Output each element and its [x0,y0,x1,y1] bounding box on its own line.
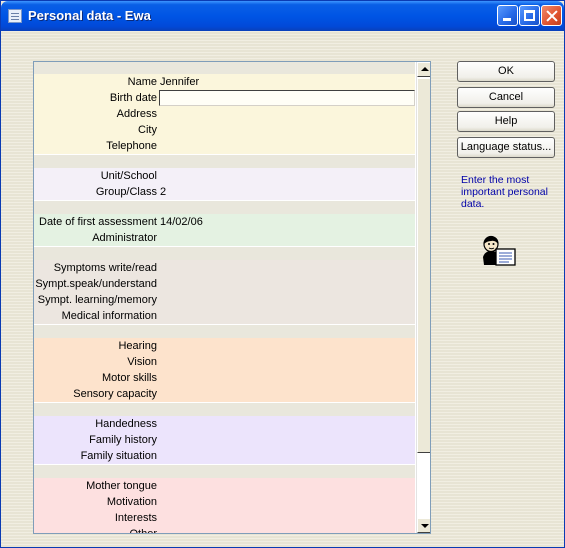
field-input[interactable] [159,292,415,308]
person-reading-icon [483,235,516,266]
form-row: Interests [34,510,415,526]
field-label: Administrator [34,230,158,246]
form-row: Hearing [34,338,415,354]
title-bar[interactable]: Personal data - Ewa [1,1,564,31]
group-separator [34,246,415,260]
form-row: Handedness [34,416,415,432]
document-icon [8,9,22,23]
field-label: Family situation [34,448,158,464]
form-row: Name Jennifer [34,74,415,90]
field-label: Family history [34,432,158,448]
field-label: Date of first assessment [34,214,158,230]
field-input[interactable] [159,90,415,106]
group-separator [34,200,415,214]
field-label: Telephone [34,138,158,154]
field-input[interactable] [159,370,415,386]
dialog-window: Personal data - Ewa Name Jennifer Birth da… [0,0,565,548]
field-label: Name [34,74,158,90]
maximize-button[interactable] [519,5,540,26]
field-input[interactable] [159,230,415,246]
field-input[interactable] [159,260,415,276]
field-input[interactable] [159,168,415,184]
form-row: Birth date [34,90,415,106]
field-input[interactable] [159,106,415,122]
field-label: Motor skills [34,370,158,386]
scroll-down-arrow-icon[interactable] [417,518,430,533]
field-label: Other [34,526,158,533]
field-input[interactable] [159,510,415,526]
form-row: Motivation [34,494,415,510]
form-row: Vision [34,354,415,370]
field-input[interactable] [159,526,415,533]
form-row: Group/Class 2 [34,184,415,200]
field-input[interactable] [159,478,415,494]
minimize-button[interactable] [497,5,518,26]
field-label: Birth date [34,90,158,106]
field-label: Motivation [34,494,158,510]
field-label: Sympt.speak/understand [34,276,158,292]
form-row: Medical information [34,308,415,324]
group-separator [34,154,415,168]
form-row: Date of first assessment 14/02/06 [34,214,415,230]
window-title: Personal data - Ewa [28,8,151,23]
field-input[interactable]: 2 [159,184,415,200]
hint-text: Enter the most important personal data. [461,174,548,210]
form-row: Other [34,526,415,533]
field-label: Handedness [34,416,158,432]
field-input[interactable] [159,448,415,464]
language-status-button[interactable]: Language status... [457,137,555,158]
form-row: Unit/School [34,168,415,184]
field-input[interactable] [159,416,415,432]
field-label: Sympt. learning/memory [34,292,158,308]
form-row: Sensory capacity [34,386,415,402]
cancel-button[interactable]: Cancel [457,87,555,108]
field-label: Interests [34,510,158,526]
vertical-scrollbar[interactable] [416,62,430,533]
field-label: Address [34,106,158,122]
field-label: Vision [34,354,158,370]
field-label: Symptoms write/read [34,260,158,276]
field-label: Sensory capacity [34,386,158,402]
form-row: Mother tongue [34,478,415,494]
field-label: Medical information [34,308,158,324]
form-row: City [34,122,415,138]
field-label: Hearing [34,338,158,354]
form-row: Family situation [34,448,415,464]
group-separator [34,402,415,416]
field-input[interactable]: Jennifer [159,74,415,90]
field-input[interactable] [159,386,415,402]
form-row: Motor skills [34,370,415,386]
form-rows: Name Jennifer Birth date Address City Telepho… [34,62,415,533]
field-label: Group/Class [34,184,158,200]
personal-data-form: Name Jennifer Birth date Address City Telepho… [33,61,431,534]
form-row: Sympt.speak/understand [34,276,415,292]
field-input[interactable] [159,354,415,370]
form-row: Symptoms write/read [34,260,415,276]
group-separator [34,62,415,74]
field-label: City [34,122,158,138]
field-input[interactable] [159,138,415,154]
scroll-up-arrow-icon[interactable] [417,62,430,77]
scrollbar-thumb[interactable] [417,78,430,453]
field-input[interactable] [159,432,415,448]
form-row: Address [34,106,415,122]
field-input[interactable] [159,122,415,138]
form-row: Sympt. learning/memory [34,292,415,308]
group-separator [34,324,415,338]
field-input[interactable] [159,276,415,292]
field-input[interactable]: 14/02/06 [159,214,415,230]
form-row: Family history [34,432,415,448]
field-input[interactable] [159,338,415,354]
field-input[interactable] [159,494,415,510]
field-label: Mother tongue [34,478,158,494]
form-row: Telephone [34,138,415,154]
group-separator [34,464,415,478]
help-button[interactable]: Help [457,111,555,132]
field-label: Unit/School [34,168,158,184]
close-button[interactable] [541,5,562,26]
ok-button[interactable]: OK [457,61,555,82]
form-row: Administrator [34,230,415,246]
field-input[interactable] [159,308,415,324]
